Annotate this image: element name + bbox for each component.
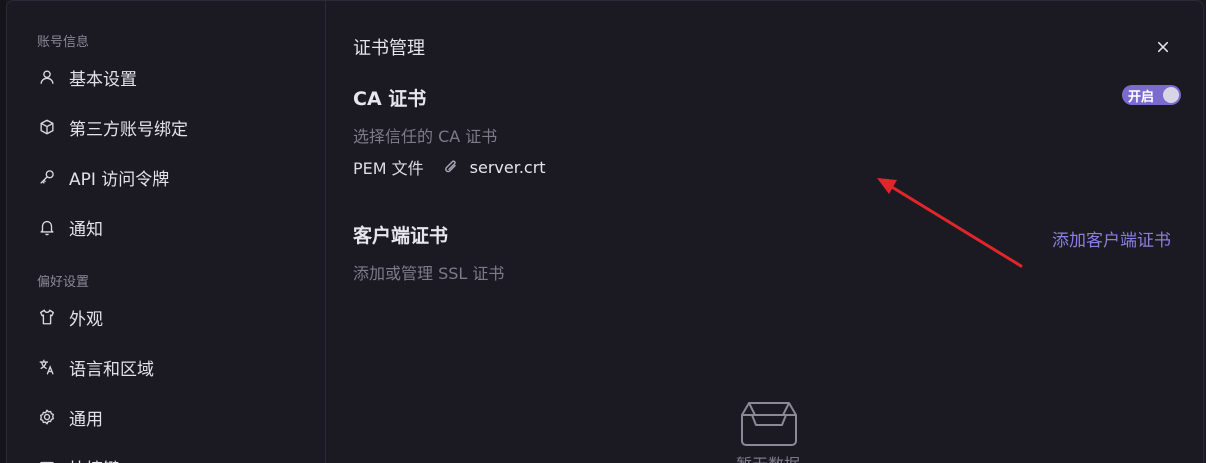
ca-toggle[interactable]: 开启 <box>1122 85 1181 105</box>
pem-file-label: PEM 文件 <box>353 159 424 178</box>
keyboard-icon <box>37 457 57 463</box>
cube-icon <box>37 117 57 137</box>
group-label-preferences: 偏好设置 <box>37 275 90 290</box>
sidebar-item-label: 语言和区域 <box>69 359 154 380</box>
annotation-arrow <box>877 178 1023 268</box>
settings-sidebar: 账号信息 基本设置 第三方账号绑定 API 访问令牌 通知 偏好设置 外观 语言… <box>7 1 326 463</box>
add-client-cert-link[interactable]: 添加客户端证书 <box>1052 226 1171 251</box>
sidebar-item-label: 通知 <box>69 219 103 240</box>
pem-file-row: PEM 文件 server.crt <box>353 156 546 179</box>
translate-icon <box>37 357 57 377</box>
ca-toggle-label: 开启 <box>1128 89 1155 105</box>
ca-section-description: 选择信任的 CA 证书 <box>353 127 498 146</box>
page-title: 证书管理 <box>353 38 425 59</box>
paperclip-icon[interactable] <box>442 158 460 176</box>
sidebar-item-shortcuts[interactable]: 快捷键 <box>25 448 310 463</box>
settings-window: 账号信息 基本设置 第三方账号绑定 API 访问令牌 通知 偏好设置 外观 语言… <box>6 0 1204 463</box>
gear-icon <box>37 407 57 427</box>
client-section-title: 客户端证书 <box>353 225 449 247</box>
sidebar-item-appearance[interactable]: 外观 <box>25 298 310 336</box>
certificate-panel: 证书管理 CA 证书 开启 选择信任的 CA 证书 PEM 文件 server.… <box>326 1 1203 463</box>
sidebar-item-label: 外观 <box>69 309 103 330</box>
toggle-knob <box>1163 87 1179 103</box>
ca-section-title: CA 证书 <box>353 88 427 110</box>
close-icon <box>1157 41 1169 53</box>
sidebar-item-general[interactable]: 通用 <box>25 398 310 436</box>
sidebar-item-third-party[interactable]: 第三方账号绑定 <box>25 108 310 146</box>
sidebar-item-label: API 访问令牌 <box>69 169 170 190</box>
bell-icon <box>37 217 57 237</box>
pem-file-name[interactable]: server.crt <box>470 158 546 177</box>
sidebar-item-language-region[interactable]: 语言和区域 <box>25 348 310 386</box>
key-icon <box>37 167 57 187</box>
empty-state-text: 暂无数据 <box>736 451 800 463</box>
sidebar-item-notifications[interactable]: 通知 <box>25 208 310 246</box>
sidebar-item-label: 基本设置 <box>69 69 137 90</box>
group-label-account: 账号信息 <box>37 35 90 50</box>
user-icon <box>37 67 57 87</box>
sidebar-item-basic-settings[interactable]: 基本设置 <box>25 58 310 96</box>
close-button[interactable] <box>1153 37 1173 57</box>
sidebar-item-label: 第三方账号绑定 <box>69 119 188 140</box>
client-section-description: 添加或管理 SSL 证书 <box>353 264 505 283</box>
sidebar-item-label: 通用 <box>69 409 103 430</box>
shirt-icon <box>37 307 57 327</box>
sidebar-item-api-token[interactable]: API 访问令牌 <box>25 158 310 196</box>
sidebar-item-label: 快捷键 <box>69 455 120 463</box>
empty-box-icon <box>741 402 797 446</box>
